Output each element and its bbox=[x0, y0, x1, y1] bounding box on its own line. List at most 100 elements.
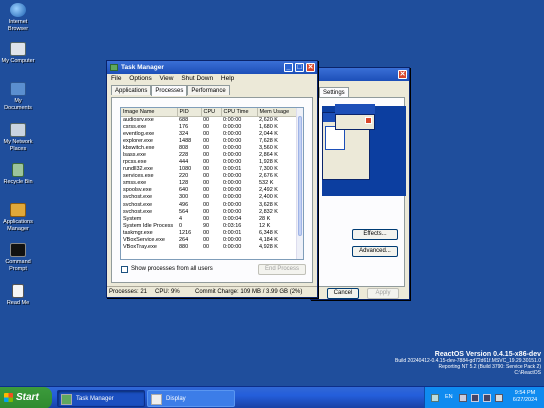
window-title: Task Manager bbox=[121, 64, 164, 71]
menu-help[interactable]: Help bbox=[221, 75, 234, 82]
maximize-button[interactable]: □ bbox=[295, 63, 304, 72]
cell-pid: 324 bbox=[179, 130, 189, 137]
tab-processes[interactable]: Processes bbox=[151, 85, 188, 96]
table-row[interactable]: taskmgr.exe 1216 00 0:00:01 6,348 K bbox=[121, 230, 298, 237]
process-table: Image Name PID CPU CPU Time Mem Usage au… bbox=[121, 108, 298, 251]
desktop-icon-command-prompt[interactable]: Command Prompt bbox=[0, 243, 36, 272]
cell-pid: 564 bbox=[179, 208, 189, 215]
cell-cpu: 00 bbox=[203, 180, 210, 187]
table-row[interactable]: rpcss.exe 444 00 0:00:00 1,928 K bbox=[121, 159, 298, 166]
apply-button[interactable]: Apply bbox=[367, 288, 399, 299]
clock-date: 6/27/2024 bbox=[512, 397, 538, 403]
table-row[interactable]: rundll32.exe 1080 00 0:00:01 7,300 K bbox=[121, 166, 298, 173]
cell-mem-usage: 12 K bbox=[259, 222, 271, 229]
cell-image-name: rpcss.exe bbox=[123, 159, 147, 166]
cell-cpu-time: 0:00:00 bbox=[223, 116, 242, 123]
table-row[interactable]: svchost.exe 496 00 0:00:00 3,628 K bbox=[121, 202, 298, 209]
table-row[interactable]: eventlog.exe 324 00 0:00:00 2,044 K bbox=[121, 131, 298, 138]
start-logo-icon bbox=[4, 393, 13, 402]
cell-mem-usage: 2,620 K bbox=[259, 116, 278, 123]
column-cpu-time[interactable]: CPU Time bbox=[221, 108, 258, 117]
table-row[interactable]: lsass.exe 228 00 0:00:00 2,864 K bbox=[121, 152, 298, 159]
taskbar-button-display[interactable]: Display bbox=[147, 390, 235, 407]
desktop-icon-internet-browser[interactable]: Internet Browser bbox=[0, 3, 36, 32]
end-process-button[interactable]: End Process bbox=[258, 264, 306, 275]
volume-icon[interactable] bbox=[495, 394, 503, 402]
table-row[interactable]: svchost.exe 564 00 0:00:00 2,832 K bbox=[121, 209, 298, 216]
cell-cpu: 00 bbox=[203, 201, 210, 208]
start-label: Start bbox=[16, 392, 39, 403]
menu-view[interactable]: View bbox=[160, 75, 174, 82]
network-tray-icon[interactable] bbox=[471, 394, 479, 402]
table-row[interactable]: spoolsv.exe 640 00 0:00:00 2,492 K bbox=[121, 187, 298, 194]
cell-cpu: 00 bbox=[203, 123, 210, 130]
cell-mem-usage: 6,348 K bbox=[259, 229, 278, 236]
cell-cpu-time: 0:00:00 bbox=[223, 159, 242, 166]
show-all-processes-checkbox[interactable] bbox=[121, 266, 128, 273]
desktop-icon-my-computer[interactable]: My Computer bbox=[0, 42, 36, 65]
cell-cpu: 00 bbox=[203, 116, 210, 123]
monitor-preview bbox=[322, 104, 406, 196]
desktop-icon-my-network-places[interactable]: My Network Places bbox=[0, 123, 36, 152]
display-properties-titlebar: ✕ bbox=[311, 68, 409, 81]
column-mem-usage[interactable]: Mem Usage bbox=[257, 108, 298, 117]
close-button[interactable]: ✕ bbox=[398, 70, 407, 79]
table-row[interactable]: audiosrv.exe 688 00 0:00:00 2,620 K bbox=[121, 116, 298, 124]
cancel-button[interactable]: Cancel bbox=[327, 288, 359, 299]
table-row[interactable]: smss.exe 128 00 0:00:00 532 K bbox=[121, 180, 298, 187]
table-row[interactable]: System Idle Process 0 90 0:03:16 12 K bbox=[121, 223, 298, 230]
tab-performance[interactable]: Performance bbox=[187, 85, 230, 95]
clock[interactable]: 9:54 PM 6/27/2024 bbox=[507, 390, 543, 404]
cell-cpu-time: 0:00:00 bbox=[223, 208, 242, 215]
cell-cpu-time: 0:00:00 bbox=[223, 144, 242, 151]
menu-file[interactable]: File bbox=[111, 75, 121, 82]
cell-image-name: spoolsv.exe bbox=[123, 187, 152, 194]
desktop-icon-read-me[interactable]: Read Me bbox=[0, 284, 36, 307]
cell-image-name: svchost.exe bbox=[123, 208, 153, 215]
desktop-icon-recycle-bin[interactable]: Recycle Bin bbox=[0, 163, 36, 186]
desktop-icon-applications-manager[interactable]: Applications Manager bbox=[0, 203, 36, 232]
advanced-button[interactable]: Advanced... bbox=[352, 246, 398, 257]
vertical-scrollbar[interactable] bbox=[296, 108, 303, 259]
table-row[interactable]: csrss.exe 176 00 0:00:00 1,680 K bbox=[121, 124, 298, 131]
column-pid[interactable]: PID bbox=[177, 108, 202, 117]
cell-cpu: 00 bbox=[203, 130, 210, 137]
taskbar-button-label: Task Manager bbox=[76, 396, 114, 402]
minimize-button[interactable]: _ bbox=[284, 63, 293, 72]
path-line: C:\ReactOS bbox=[514, 370, 541, 376]
table-row[interactable]: kbswitch.exe 808 00 0:00:00 3,560 K bbox=[121, 145, 298, 152]
keyboard-icon[interactable] bbox=[459, 394, 467, 402]
table-row[interactable]: VBoxService.exe 264 00 0:00:00 4,184 K bbox=[121, 237, 298, 244]
menu-options[interactable]: Options bbox=[129, 75, 151, 82]
cell-cpu: 00 bbox=[203, 166, 210, 173]
table-row[interactable]: explorer.exe 1488 00 0:00:00 7,628 K bbox=[121, 138, 298, 145]
start-button[interactable]: Start bbox=[0, 387, 52, 408]
network-tray-icon-2[interactable] bbox=[483, 394, 491, 402]
cell-pid: 4 bbox=[179, 215, 183, 222]
process-list[interactable]: Image Name PID CPU CPU Time Mem Usage au… bbox=[120, 107, 304, 260]
cell-image-name: kbswitch.exe bbox=[123, 144, 155, 151]
close-button[interactable]: ✕ bbox=[306, 63, 315, 72]
column-image-name[interactable]: Image Name bbox=[121, 108, 178, 117]
cell-pid: 1488 bbox=[179, 137, 192, 144]
column-cpu[interactable]: CPU bbox=[201, 108, 222, 117]
table-row[interactable]: VBoxTray.exe 880 00 0:00:00 4,928 K bbox=[121, 244, 298, 251]
desktop-icon-my-documents[interactable]: My Documents bbox=[0, 82, 36, 111]
language-indicator[interactable]: EN bbox=[445, 394, 453, 400]
status-processes: Processes: 21 bbox=[109, 289, 148, 295]
tray-app-icon[interactable] bbox=[431, 394, 439, 402]
taskbar-button-task-manager[interactable]: Task Manager bbox=[57, 390, 145, 407]
cell-cpu: 00 bbox=[203, 173, 210, 180]
cell-pid: 640 bbox=[179, 187, 189, 194]
effects-button[interactable]: Effects... bbox=[352, 229, 398, 240]
table-row[interactable]: System 4 00 0:00:04 28 K bbox=[121, 216, 298, 223]
cell-image-name: System Idle Process bbox=[123, 222, 174, 229]
cell-pid: 300 bbox=[179, 194, 189, 201]
table-row[interactable]: services.exe 220 00 0:00:00 2,676 K bbox=[121, 173, 298, 180]
menu-shut-down[interactable]: Shut Down bbox=[181, 75, 213, 82]
tab-applications[interactable]: Applications bbox=[111, 85, 152, 95]
table-row[interactable]: svchost.exe 300 00 0:00:00 2,400 K bbox=[121, 194, 298, 201]
scrollbar-thumb[interactable] bbox=[298, 116, 302, 236]
cell-mem-usage: 4,928 K bbox=[259, 244, 278, 251]
preview-inactive-window bbox=[335, 114, 375, 130]
